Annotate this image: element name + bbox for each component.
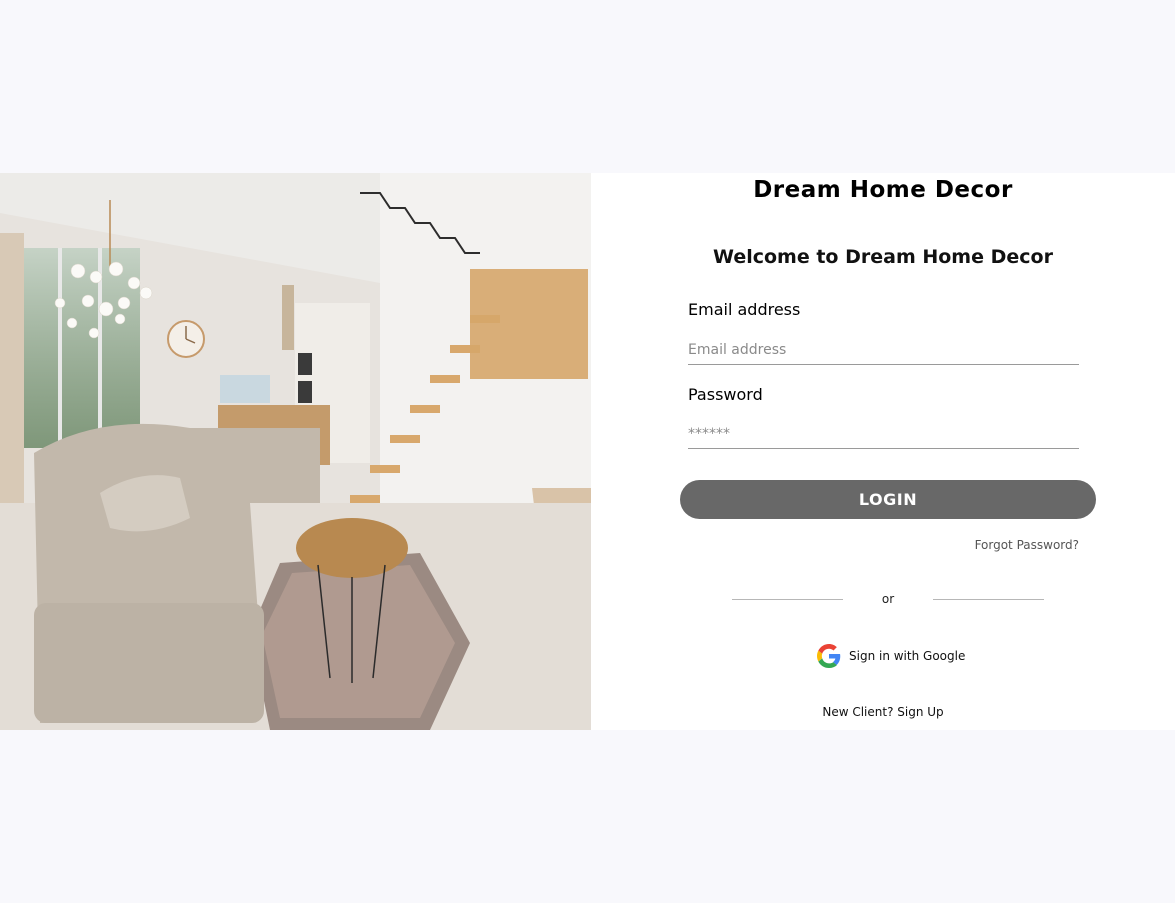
forgot-password-link[interactable]: Forgot Password?: [975, 538, 1079, 552]
password-input[interactable]: [688, 419, 1079, 449]
login-card: Dream Home Decor Welcome to Dream Home D…: [0, 173, 1175, 730]
divider-line-left: [732, 598, 843, 600]
or-divider: or: [732, 589, 1044, 609]
google-signin-label: Sign in with Google: [849, 649, 966, 663]
login-panel: Dream Home Decor Welcome to Dream Home D…: [591, 173, 1175, 730]
divider-text: or: [881, 592, 895, 606]
login-button[interactable]: LOGIN: [680, 480, 1096, 519]
interior-photo: [0, 173, 591, 730]
email-input[interactable]: [688, 335, 1079, 365]
password-label: Password: [688, 385, 763, 404]
signup-link[interactable]: New Client? Sign Up: [591, 705, 1175, 719]
brand-title: Dream Home Decor: [753, 177, 1013, 203]
living-room-illustration: [0, 173, 591, 730]
welcome-heading: Welcome to Dream Home Decor: [713, 246, 1053, 268]
email-label: Email address: [688, 300, 801, 319]
divider-line-right: [933, 598, 1044, 600]
google-g-icon: [817, 644, 841, 668]
google-signin-button[interactable]: Sign in with Google: [817, 643, 965, 669]
